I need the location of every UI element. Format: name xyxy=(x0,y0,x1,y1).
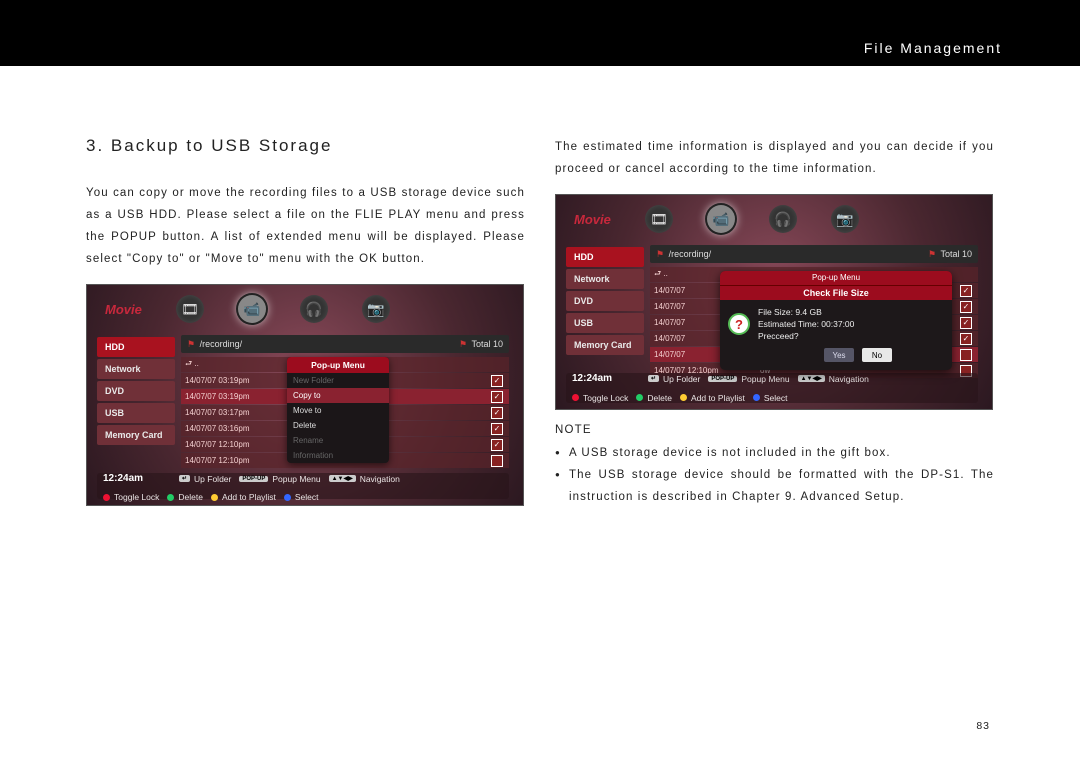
return-icon: ↵ xyxy=(179,475,190,482)
popup-information[interactable]: Information xyxy=(287,448,389,463)
movie-reel-icon: 🎞 xyxy=(645,205,673,233)
blue-dot-icon xyxy=(284,494,291,501)
yellow-dot-icon xyxy=(680,394,687,401)
note-heading: NOTE xyxy=(555,424,994,436)
question-mark-icon: ? xyxy=(728,313,750,335)
nav-pill-icon: ▲▼◀▶ xyxy=(329,475,356,482)
ss2-pathbar: ⚑ /recording/ ⚑ Total 10 xyxy=(650,245,978,263)
note-list: A USB storage device is not included in … xyxy=(555,442,994,508)
left-column: 3. Backup to USB Storage You can copy or… xyxy=(86,66,525,508)
flag-icon: ⚑ xyxy=(459,339,467,349)
flag-icon: ⚑ xyxy=(187,339,195,349)
note-item: The USB storage device should be formatt… xyxy=(555,464,994,508)
popup-delete[interactable]: Delete xyxy=(287,418,389,433)
section-heading: 3. Backup to USB Storage xyxy=(86,136,525,156)
side-network[interactable]: Network xyxy=(97,359,175,379)
check-file-size-dialog: Pop-up Menu Check File Size ? File Size:… xyxy=(720,271,952,370)
movie-reel-icon: 🎞 xyxy=(176,295,204,323)
ss1-sidebar: HDD Network DVD USB Memory Card xyxy=(97,337,175,447)
yes-button[interactable]: Yes xyxy=(824,348,854,362)
return-icon: ↵ xyxy=(648,375,659,382)
camcorder-icon: 📹 xyxy=(707,205,735,233)
popup-pill-icon: POP-UP xyxy=(239,476,268,482)
headphones-icon: 🎧 xyxy=(769,205,797,233)
red-dot-icon xyxy=(103,494,110,501)
right-column: The estimated time information is displa… xyxy=(555,66,994,508)
dialog-title: Check File Size xyxy=(720,285,952,300)
dialog-text: File Size: 9.4 GB Estimated Time: 00:37:… xyxy=(758,306,854,342)
screenshot-popup-menu: Movie 🎞 📹 🎧 📷 HDD Network DVD USB Memory… xyxy=(86,284,524,506)
path-text: /recording/ xyxy=(200,339,243,349)
popup-pill-icon: POP-UP xyxy=(708,376,737,382)
ss1-footer: 12:24am ↵Up Folder POP-UPPopup Menu ▲▼◀▶… xyxy=(97,473,509,499)
camcorder-icon: 📹 xyxy=(238,295,266,323)
right-para: The estimated time information is displa… xyxy=(555,136,994,180)
clock: 12:24am xyxy=(572,373,640,384)
page-number: 83 xyxy=(976,720,990,732)
side-usb[interactable]: USB xyxy=(97,403,175,423)
side-memcard[interactable]: Memory Card xyxy=(566,335,644,355)
yellow-dot-icon xyxy=(211,494,218,501)
note-item: A USB storage device is not included in … xyxy=(555,442,994,464)
camera-icon: 📷 xyxy=(362,295,390,323)
doc-header: File Management xyxy=(0,0,1080,66)
nav-pill-icon: ▲▼◀▶ xyxy=(798,375,825,382)
header-section-title: File Management xyxy=(864,40,1002,56)
total-text: Total 10 xyxy=(471,339,503,349)
ss2-sidebar: HDD Network DVD USB Memory Card xyxy=(566,247,644,357)
red-dot-icon xyxy=(572,394,579,401)
popup-copy-to[interactable]: Copy to xyxy=(287,388,389,403)
ss2-topbar: Movie 🎞 📹 🎧 📷 xyxy=(574,201,974,237)
page-body: 3. Backup to USB Storage You can copy or… xyxy=(0,66,1080,508)
camera-icon: 📷 xyxy=(831,205,859,233)
popup-new-folder[interactable]: New Folder xyxy=(287,373,389,388)
green-dot-icon xyxy=(167,494,174,501)
flag-icon: ⚑ xyxy=(656,249,664,259)
headphones-icon: 🎧 xyxy=(300,295,328,323)
movie-label: Movie xyxy=(105,302,142,317)
popup-rename[interactable]: Rename xyxy=(287,433,389,448)
green-dot-icon xyxy=(636,394,643,401)
ss1-topbar: Movie 🎞 📹 🎧 📷 xyxy=(105,291,505,327)
left-para: You can copy or move the recording files… xyxy=(86,182,525,270)
ss2-footer: 12:24am ↵Up Folder POP-UPPopup Menu ▲▼◀▶… xyxy=(566,373,978,403)
side-hdd[interactable]: HDD xyxy=(566,247,644,267)
movie-label: Movie xyxy=(574,212,611,227)
popup-move-to[interactable]: Move to xyxy=(287,403,389,418)
screenshot-check-file-size: Movie 🎞 📹 🎧 📷 HDD Network DVD USB Memory… xyxy=(555,194,993,410)
side-hdd[interactable]: HDD xyxy=(97,337,175,357)
side-dvd[interactable]: DVD xyxy=(566,291,644,311)
dialog-popup-label: Pop-up Menu xyxy=(720,271,952,285)
popup-title: Pop-up Menu xyxy=(287,357,389,373)
side-usb[interactable]: USB xyxy=(566,313,644,333)
popup-menu: Pop-up Menu New Folder Copy to Move to D… xyxy=(287,357,389,463)
side-memcard[interactable]: Memory Card xyxy=(97,425,175,445)
side-network[interactable]: Network xyxy=(566,269,644,289)
blue-dot-icon xyxy=(753,394,760,401)
side-dvd[interactable]: DVD xyxy=(97,381,175,401)
clock: 12:24am xyxy=(103,473,171,484)
ss1-pathbar: ⚑ /recording/ ⚑ Total 10 xyxy=(181,335,509,353)
flag-icon: ⚑ xyxy=(928,249,936,259)
no-button[interactable]: No xyxy=(862,348,892,362)
